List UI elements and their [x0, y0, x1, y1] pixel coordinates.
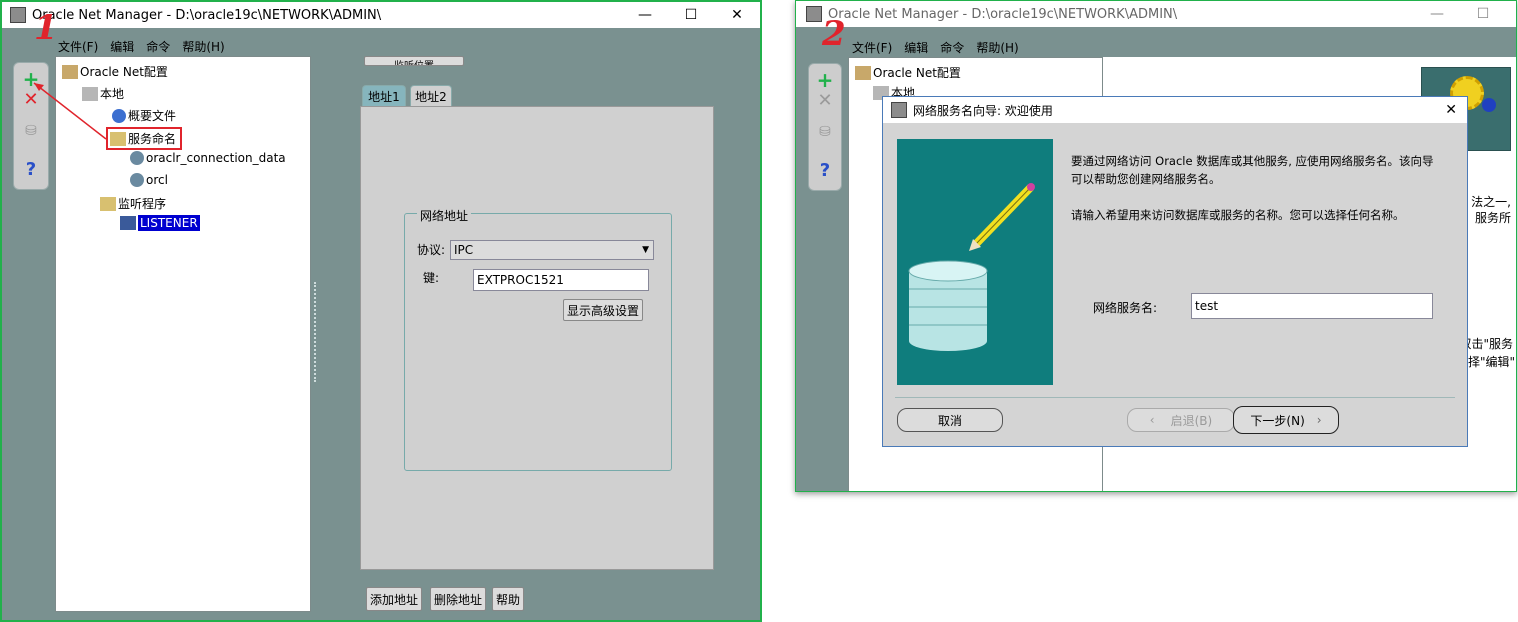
- test-icon[interactable]: ⛁: [809, 124, 841, 140]
- address-panel: 网络地址 协议: IPC ▼ 键: EXTPROC1521 显示高级设置: [360, 106, 714, 570]
- help-icon[interactable]: ?: [809, 160, 841, 181]
- add-address-button[interactable]: 添加地址: [366, 587, 422, 611]
- tree-service-2[interactable]: orcl: [130, 173, 168, 187]
- key-input[interactable]: EXTPROC1521: [473, 269, 649, 291]
- side-text-1: 法之一,: [1471, 195, 1511, 209]
- network-config-icon: [855, 65, 871, 80]
- menu-help[interactable]: 帮助(H): [976, 39, 1018, 56]
- app-icon: [891, 102, 907, 118]
- cancel-button[interactable]: 取消: [897, 408, 1003, 432]
- tree-service-1[interactable]: oraclr_connection_data: [130, 151, 286, 165]
- app-icon: [806, 6, 822, 22]
- menu-help[interactable]: 帮助(H): [182, 38, 224, 55]
- service-name-wizard-dialog: 网络服务名向导: 欢迎使用 ✕ 要通过网络访问 Oracle 数据库或其他服务,…: [882, 96, 1468, 447]
- tree-root[interactable]: Oracle Net配置: [855, 64, 961, 81]
- next-button[interactable]: 下一步(N) ›: [1233, 406, 1339, 434]
- tab-address-1[interactable]: 地址1: [362, 85, 406, 107]
- protocol-select[interactable]: IPC ▼: [450, 240, 654, 260]
- window-title: Oracle Net Manager - D:\oracle19c\NETWOR…: [828, 6, 1178, 22]
- dialog-title: 网络服务名向导: 欢迎使用: [913, 103, 1053, 118]
- key-label: 键:: [423, 271, 440, 285]
- side-text-2: 服务所: [1474, 211, 1511, 225]
- tree-listeners[interactable]: 监听程序: [100, 195, 166, 212]
- service-name-label: 网络服务名:: [1093, 301, 1158, 315]
- left-titlebar: Oracle Net Manager - D:\oracle19c\NETWOR…: [2, 2, 760, 28]
- maximize-button[interactable]: ☐: [1460, 1, 1506, 27]
- intro-text-3: 请输入希望用来访问数据库或服务的名称。您可以选择任何名称。: [1071, 208, 1405, 222]
- wizard-illustration: [897, 139, 1053, 385]
- tree-profile[interactable]: 概要文件: [112, 107, 176, 124]
- chevron-down-icon: ▼: [642, 245, 649, 255]
- listener-icon: [120, 216, 136, 230]
- left-window: Oracle Net Manager - D:\oracle19c\NETWOR…: [0, 0, 762, 622]
- tab-address-2[interactable]: 地址2: [410, 85, 452, 107]
- protocol-label: 协议:: [417, 243, 446, 257]
- menu-file[interactable]: 文件(F): [58, 38, 98, 55]
- right-titlebar: Oracle Net Manager - D:\oracle19c\NETWOR…: [796, 1, 1516, 27]
- service-icon: [130, 173, 144, 187]
- menu-file[interactable]: 文件(F): [852, 39, 892, 56]
- close-button[interactable]: ✕: [714, 2, 760, 28]
- tree-service-naming[interactable]: 服务命名: [106, 127, 183, 150]
- help-button[interactable]: 帮助: [492, 587, 524, 611]
- menu-edit[interactable]: 编辑: [904, 39, 928, 56]
- minimize-button[interactable]: —: [622, 2, 668, 28]
- right-menubar: 文件(F) 编辑 命令 帮助(H): [796, 37, 1516, 57]
- step-2-annotation: 2: [822, 14, 846, 54]
- menu-command[interactable]: 命令: [146, 38, 170, 55]
- listen-location-button[interactable]: 监听位置: [364, 56, 464, 66]
- app-icon: [10, 7, 26, 23]
- show-advanced-button[interactable]: 显示高级设置: [563, 299, 643, 321]
- service-name-input[interactable]: test: [1191, 293, 1433, 319]
- left-menubar: 文件(F) 编辑 命令 帮助(H): [2, 36, 760, 56]
- chevron-right-icon: ›: [1316, 413, 1322, 427]
- add-icon[interactable]: +: [809, 68, 841, 92]
- menu-edit[interactable]: 编辑: [110, 38, 134, 55]
- remove-address-button[interactable]: 删除地址: [430, 587, 486, 611]
- dialog-titlebar: 网络服务名向导: 欢迎使用 ✕: [883, 97, 1467, 123]
- delete-icon[interactable]: ✕: [809, 90, 841, 111]
- service-icon: [130, 151, 144, 165]
- tree-listener[interactable]: LISTENER: [120, 215, 200, 231]
- help-icon[interactable]: ?: [14, 159, 48, 180]
- database-pencil-icon: [908, 183, 1035, 351]
- intro-text-2: 可以帮助您创建网络服务名。: [1071, 172, 1221, 186]
- chevron-left-icon: ‹: [1149, 413, 1155, 427]
- intro-text-1: 要通过网络访问 Oracle 数据库或其他服务, 应使用网络服务名。该向导: [1071, 154, 1434, 168]
- menu-command[interactable]: 命令: [940, 39, 964, 56]
- maximize-button[interactable]: ☐: [668, 2, 714, 28]
- group-title: 网络地址: [417, 207, 472, 224]
- step-1-annotation: 1: [34, 8, 58, 48]
- right-toolbar: + ✕ ⛁ ?: [808, 63, 842, 191]
- annotation-arrow: [33, 82, 107, 140]
- listener-folder-icon: [100, 196, 116, 211]
- splitter-handle[interactable]: [314, 282, 316, 382]
- left-tree-panel: Oracle Net配置 本地 概要文件 服务命名 oraclr_connect…: [33, 56, 311, 612]
- back-button[interactable]: ‹ 启退(B): [1127, 408, 1235, 432]
- dialog-separator: [895, 397, 1455, 398]
- window-title: Oracle Net Manager - D:\oracle19c\NETWOR…: [32, 7, 382, 23]
- close-icon[interactable]: ✕: [1445, 102, 1457, 118]
- minimize-button[interactable]: —: [1414, 1, 1460, 27]
